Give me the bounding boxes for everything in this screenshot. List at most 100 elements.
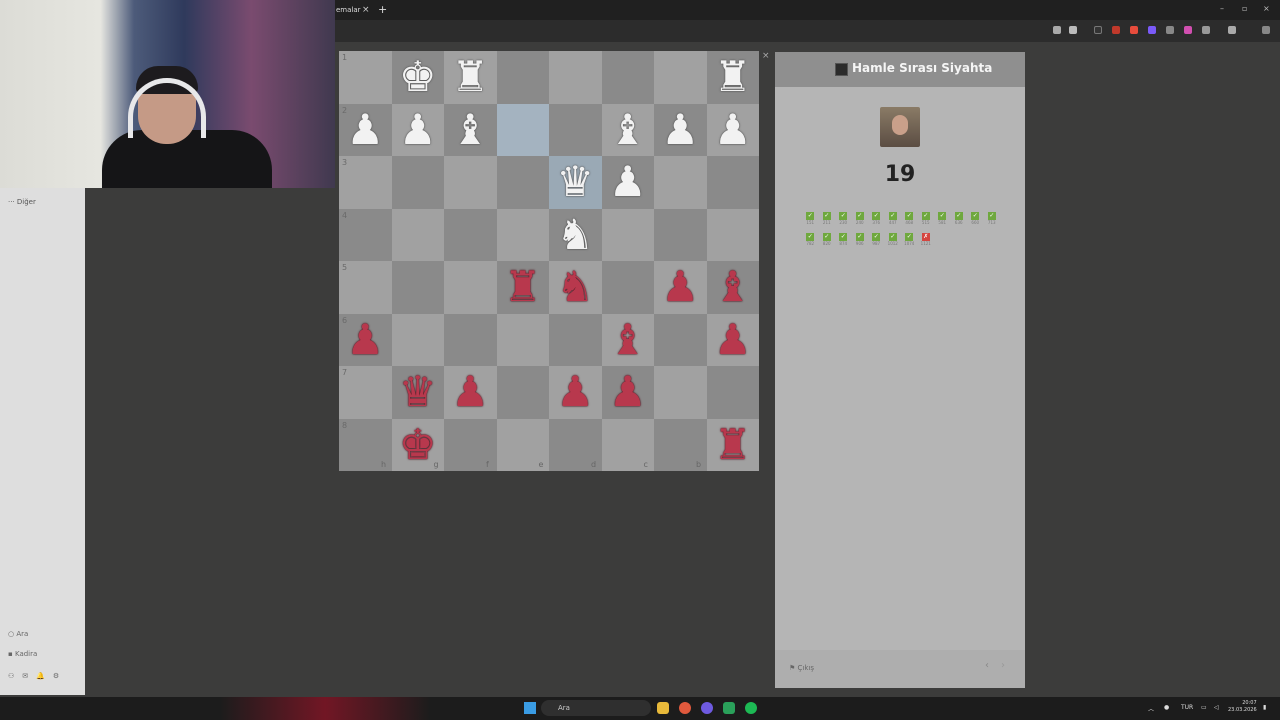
board-square[interactable]: [444, 261, 497, 314]
sidebar-profile-item[interactable]: ▪ Kadira: [8, 650, 37, 658]
extension-icon[interactable]: [1184, 26, 1192, 34]
profile-icon[interactable]: [1228, 26, 1236, 34]
windows-start-icon[interactable]: [524, 702, 536, 714]
board-square[interactable]: [444, 313, 497, 366]
board-square[interactable]: [549, 51, 602, 104]
sidebar-search-item[interactable]: ○ Ara: [8, 630, 28, 638]
mic-icon[interactable]: ●: [1164, 704, 1169, 711]
white-pawn-icon[interactable]: ♟: [392, 104, 445, 157]
white-knight-icon[interactable]: ♞: [549, 209, 602, 262]
network-icon[interactable]: ▭: [1201, 704, 1207, 711]
chess-board[interactable]: 1 2 3 4 5 6 7 8 h g f e d c b ♚ ♜ ♜ ♟ ♟ ♝ ♝ ♟ ♟ ♛ ♟ ♞ ♜ ♞ ♟ ♝ ♟ ♝ ♟ ♛ ♟ ♟ ♟ ♚ ♜: [339, 51, 759, 471]
next-button[interactable]: ›: [1001, 660, 1005, 671]
board-square[interactable]: [601, 51, 654, 104]
extension-icon[interactable]: [1148, 26, 1156, 34]
app-icon[interactable]: [701, 702, 713, 714]
black-rook-icon[interactable]: ♜: [707, 419, 760, 472]
browser-tab[interactable]: emalar: [336, 3, 361, 18]
board-square[interactable]: [601, 208, 654, 261]
extension-icon[interactable]: [1166, 26, 1174, 34]
board-square[interactable]: [496, 156, 549, 209]
board-square[interactable]: [444, 208, 497, 261]
white-rook-icon[interactable]: ♜: [444, 51, 497, 104]
chrome-icon[interactable]: [679, 702, 691, 714]
notification-icon[interactable]: ▮: [1263, 704, 1266, 711]
result-cell: ✓ 211: [819, 212, 836, 226]
tray-chevron-icon[interactable]: ︿: [1148, 704, 1154, 713]
black-bishop-icon[interactable]: ♝: [602, 314, 655, 367]
board-square[interactable]: [654, 51, 707, 104]
spotify-icon[interactable]: [745, 702, 757, 714]
taskbar-search-input[interactable]: Ara: [541, 700, 651, 716]
black-pawn-icon[interactable]: ♟: [654, 261, 707, 314]
file-explorer-icon[interactable]: [657, 702, 669, 714]
board-square[interactable]: [601, 261, 654, 314]
board-square[interactable]: [654, 156, 707, 209]
black-pawn-icon[interactable]: ♟: [602, 366, 655, 419]
board-close-icon[interactable]: ×: [762, 51, 770, 61]
language-indicator[interactable]: TUR: [1181, 704, 1193, 711]
clock[interactable]: 20:07 23.03.2026: [1228, 700, 1257, 714]
white-pawn-icon[interactable]: ♟: [339, 104, 392, 157]
board-square[interactable]: [706, 156, 759, 209]
white-rook-icon[interactable]: ♜: [707, 51, 760, 104]
maximize-button[interactable]: ▫: [1242, 4, 1247, 13]
white-king-icon[interactable]: ♚: [392, 51, 445, 104]
board-square[interactable]: [496, 103, 549, 156]
board-square[interactable]: [391, 261, 444, 314]
minimize-button[interactable]: –: [1220, 4, 1224, 13]
board-square[interactable]: [654, 366, 707, 419]
cast-icon[interactable]: [1053, 26, 1061, 34]
board-square[interactable]: [549, 313, 602, 366]
board-square[interactable]: [654, 208, 707, 261]
sidebar-more-item[interactable]: ··· Diğer: [8, 198, 36, 206]
new-tab-button[interactable]: +: [378, 2, 387, 17]
black-queen-icon[interactable]: ♛: [392, 366, 445, 419]
board-square[interactable]: [496, 366, 549, 419]
extension-icon[interactable]: [1130, 26, 1138, 34]
black-pawn-icon[interactable]: ♟: [707, 314, 760, 367]
board-square[interactable]: [706, 208, 759, 261]
board-square[interactable]: [706, 366, 759, 419]
black-bishop-icon[interactable]: ♝: [707, 261, 760, 314]
white-pawn-icon[interactable]: ♟: [602, 156, 655, 209]
result-number: 151: [806, 220, 815, 225]
white-pawn-icon[interactable]: ♟: [654, 104, 707, 157]
bookmark-star-icon[interactable]: [1069, 26, 1077, 34]
white-bishop-icon[interactable]: ♝: [602, 104, 655, 157]
rank-label: 8: [342, 420, 348, 430]
black-pawn-icon[interactable]: ♟: [549, 366, 602, 419]
result-cell: ✓ 782: [802, 233, 819, 247]
result-cell: ✓ 713: [984, 212, 1001, 226]
white-bishop-icon[interactable]: ♝: [444, 104, 497, 157]
resign-button[interactable]: ⚑ Çıkış: [789, 664, 814, 672]
board-square[interactable]: [496, 51, 549, 104]
black-rook-icon[interactable]: ♜: [497, 261, 550, 314]
board-square[interactable]: [391, 156, 444, 209]
board-square[interactable]: [654, 313, 707, 366]
window-close-button[interactable]: ×: [1263, 4, 1270, 13]
tab-close-icon[interactable]: ×: [362, 3, 370, 18]
black-pawn-icon[interactable]: ♟: [339, 314, 392, 367]
board-square[interactable]: [549, 103, 602, 156]
board-square[interactable]: [496, 208, 549, 261]
black-pawn-icon[interactable]: ♟: [444, 366, 497, 419]
extension-icon[interactable]: [1112, 26, 1120, 34]
sidebar-profile-label: Kadira: [14, 650, 38, 658]
black-knight-icon[interactable]: ♞: [549, 261, 602, 314]
extensions-puzzle-icon[interactable]: [1202, 26, 1210, 34]
board-square[interactable]: [444, 156, 497, 209]
white-pawn-icon[interactable]: ♟: [707, 104, 760, 157]
sidebar-footer-icons[interactable]: ⚇✉🔔⚙: [8, 672, 67, 680]
white-queen-icon[interactable]: ♛: [549, 156, 602, 209]
prev-button[interactable]: ‹: [985, 660, 989, 671]
board-square[interactable]: [391, 208, 444, 261]
resign-label: Çıkış: [797, 664, 814, 672]
app-icon[interactable]: [723, 702, 735, 714]
black-king-icon[interactable]: ♚: [392, 419, 445, 472]
volume-icon[interactable]: ◁: [1214, 704, 1219, 711]
board-square[interactable]: [391, 313, 444, 366]
extension-icon[interactable]: [1094, 26, 1102, 34]
board-square[interactable]: [496, 313, 549, 366]
menu-icon[interactable]: [1262, 26, 1270, 34]
